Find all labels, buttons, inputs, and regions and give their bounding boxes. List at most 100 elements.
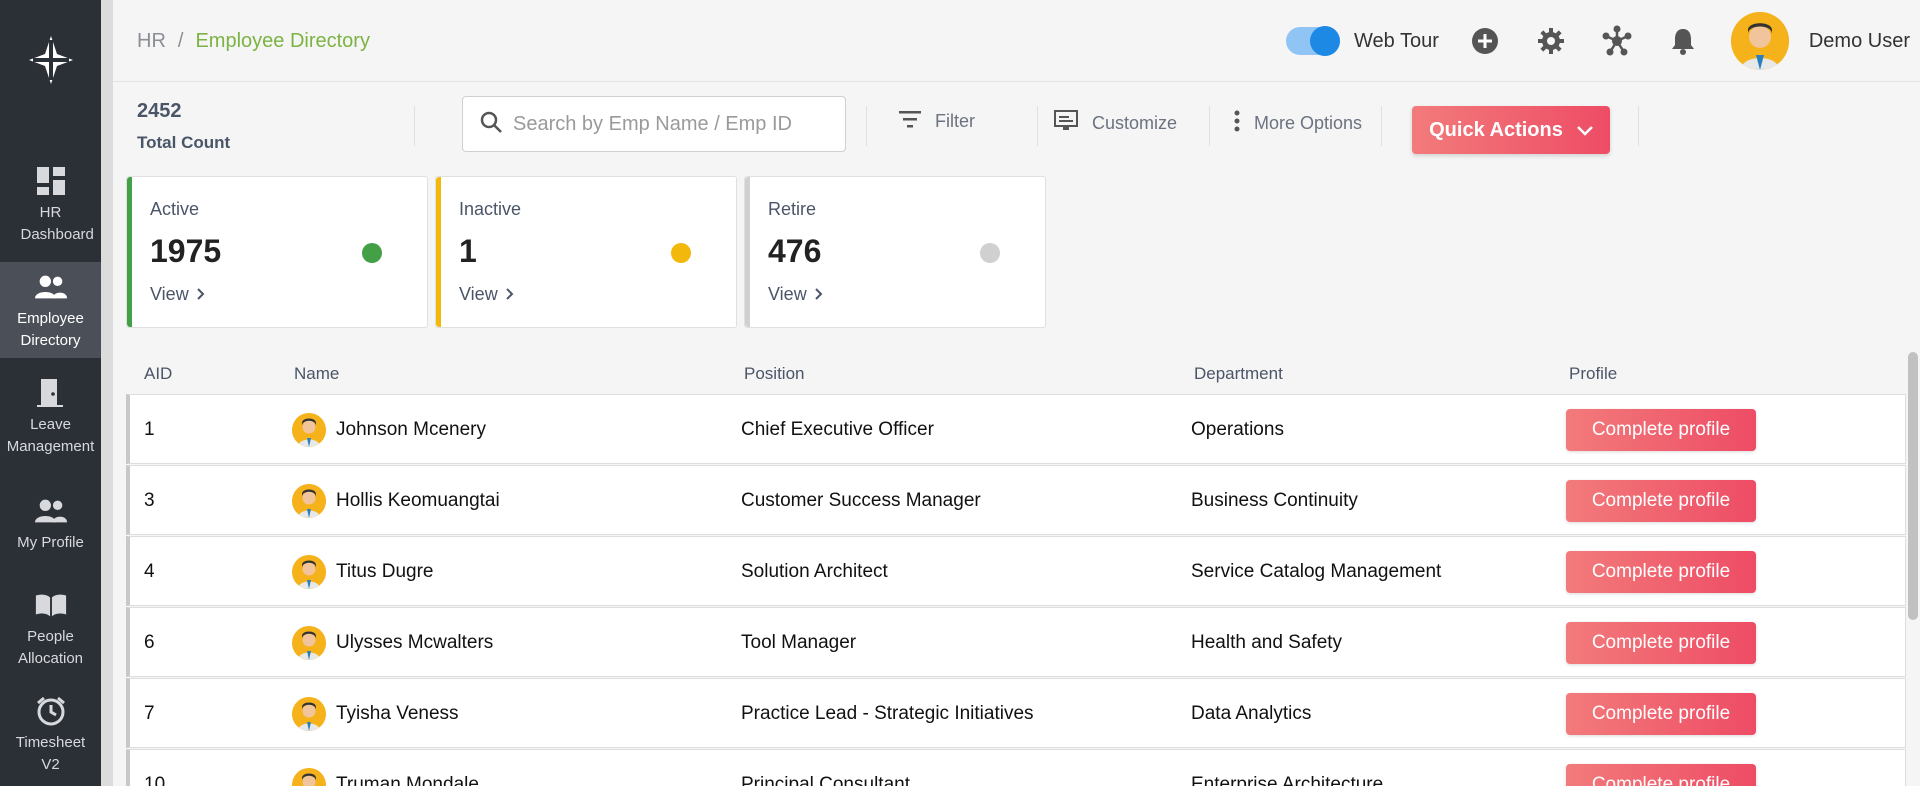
complete-profile-button[interactable]: Complete profile bbox=[1566, 480, 1756, 522]
chevron-right-icon bbox=[196, 284, 205, 305]
quick-actions-label: Quick Actions bbox=[1429, 118, 1563, 141]
card-accent bbox=[436, 177, 441, 327]
cell-department: Data Analytics bbox=[1191, 703, 1312, 724]
vertical-scrollbar[interactable] bbox=[1908, 352, 1918, 620]
breadcrumb-root[interactable]: HR bbox=[137, 30, 166, 53]
table-row[interactable]: 4 Titus Dugre Solution Architect Service… bbox=[126, 536, 1906, 606]
toolbar-divider bbox=[414, 106, 415, 146]
sidebar-item-hr-dashboard[interactable]: HR Dashboard bbox=[0, 164, 101, 246]
table-row[interactable]: 1 Johnson Mcenery Chief Executive Office… bbox=[126, 394, 1906, 464]
total-count-value: 2452 bbox=[137, 100, 182, 122]
cell-name: Ulysses Mcwalters bbox=[336, 632, 494, 653]
cell-department: Health and Safety bbox=[1191, 632, 1343, 653]
cell-name: Titus Dugre bbox=[336, 561, 434, 582]
user-name[interactable]: Demo User bbox=[1809, 30, 1910, 53]
toolbar-divider bbox=[1381, 106, 1382, 146]
alarm-clock-icon bbox=[34, 694, 68, 728]
cell-position: Solution Architect bbox=[741, 561, 888, 582]
cell-position: Chief Executive Officer bbox=[741, 419, 934, 440]
app-logo-icon[interactable] bbox=[0, 24, 101, 96]
cell-name: Truman Mondale bbox=[336, 774, 479, 786]
search-icon bbox=[479, 110, 503, 139]
card-view-link[interactable]: View bbox=[768, 284, 823, 305]
card-label: Retire bbox=[768, 199, 817, 219]
table-row[interactable]: 7 Tyisha Veness Practice Lead - Strategi… bbox=[126, 678, 1906, 748]
card-label: Active bbox=[150, 199, 200, 219]
table-row[interactable]: 10 Truman Mondale Principal Consultant E… bbox=[126, 749, 1906, 786]
toolbar-divider bbox=[866, 106, 867, 146]
table-row[interactable]: 3 Hollis Keomuangtai Customer Success Ma… bbox=[126, 465, 1906, 535]
cell-name: Hollis Keomuangtai bbox=[336, 490, 500, 511]
cell-name: Tyisha Veness bbox=[336, 703, 459, 724]
cell-aid: 10 bbox=[144, 774, 166, 786]
status-card-inactive: Inactive 1 View bbox=[435, 176, 737, 328]
toggle-knob bbox=[1309, 26, 1340, 56]
top-header: HR / Employee Directory Web Tour Demo Us… bbox=[113, 0, 1920, 82]
add-circle-icon[interactable] bbox=[1467, 23, 1503, 59]
people-icon bbox=[34, 494, 68, 528]
column-header-position[interactable]: Position bbox=[744, 364, 804, 384]
web-tour-toggle[interactable] bbox=[1285, 26, 1340, 56]
sidebar-item-label: Timesheet V2 bbox=[15, 734, 86, 773]
cell-department: Operations bbox=[1191, 419, 1284, 440]
toolbar-divider bbox=[1037, 106, 1038, 146]
more-options-button[interactable]: More Options bbox=[1234, 110, 1362, 137]
cell-department: Enterprise Architecture bbox=[1191, 774, 1384, 786]
avatar bbox=[292, 626, 326, 660]
cell-aid: 7 bbox=[144, 703, 155, 724]
door-icon bbox=[34, 376, 68, 410]
status-dot-icon bbox=[362, 243, 382, 263]
customize-button[interactable]: Customize bbox=[1054, 110, 1177, 137]
user-avatar[interactable] bbox=[1730, 12, 1789, 70]
avatar bbox=[292, 555, 326, 589]
card-view-label: View bbox=[150, 284, 189, 304]
sidebar-item-label: Leave Management bbox=[6, 416, 95, 455]
sidebar-item-people-allocation[interactable]: People Allocation bbox=[0, 588, 101, 670]
cell-position: Tool Manager bbox=[741, 632, 857, 653]
card-view-link[interactable]: View bbox=[459, 284, 514, 305]
column-header-department[interactable]: Department bbox=[1194, 364, 1283, 384]
cell-aid: 4 bbox=[144, 561, 155, 582]
avatar bbox=[292, 768, 326, 786]
complete-profile-button[interactable]: Complete profile bbox=[1566, 764, 1756, 786]
monitor-icon bbox=[1054, 110, 1078, 137]
gear-icon[interactable] bbox=[1533, 23, 1569, 59]
toolbar-divider bbox=[1638, 106, 1639, 146]
bell-icon[interactable] bbox=[1665, 23, 1701, 59]
column-header-aid[interactable]: AID bbox=[144, 364, 172, 384]
complete-profile-button[interactable]: Complete profile bbox=[1566, 409, 1756, 451]
cell-position: Customer Success Manager bbox=[741, 490, 981, 511]
sidebar-item-label: HR Dashboard bbox=[20, 204, 94, 243]
cell-position: Practice Lead - Strategic Initiatives bbox=[741, 703, 1034, 724]
kebab-menu-icon bbox=[1234, 110, 1240, 137]
sidebar-item-employee-directory[interactable]: Employee Directory bbox=[0, 262, 101, 358]
status-card-active: Active 1975 View bbox=[126, 176, 428, 328]
search-input[interactable] bbox=[513, 112, 813, 136]
cell-aid: 6 bbox=[144, 632, 155, 653]
cell-department: Service Catalog Management bbox=[1191, 561, 1442, 582]
breadcrumb-separator: / bbox=[177, 30, 184, 52]
column-header-name[interactable]: Name bbox=[294, 364, 339, 384]
card-accent bbox=[745, 177, 750, 327]
complete-profile-button[interactable]: Complete profile bbox=[1566, 693, 1756, 735]
complete-profile-button[interactable]: Complete profile bbox=[1566, 551, 1756, 593]
avatar bbox=[292, 413, 326, 447]
complete-profile-button[interactable]: Complete profile bbox=[1566, 622, 1756, 664]
sidebar-item-my-profile[interactable]: My Profile bbox=[0, 494, 101, 554]
toolbar: 2452 Total Count Filter Customize More O… bbox=[113, 82, 1920, 172]
status-dot-icon bbox=[980, 243, 1000, 263]
sidebar-item-leave-management[interactable]: Leave Management bbox=[0, 376, 101, 458]
sidebar-divider bbox=[101, 0, 113, 786]
sidebar-item-timesheet-v2[interactable]: Timesheet V2 bbox=[0, 694, 101, 776]
column-header-profile[interactable]: Profile bbox=[1569, 364, 1617, 384]
cell-aid: 1 bbox=[144, 419, 155, 440]
avatar bbox=[292, 484, 326, 518]
cell-aid: 3 bbox=[144, 490, 155, 511]
table-row[interactable]: 6 Ulysses Mcwalters Tool Manager Health … bbox=[126, 607, 1906, 677]
toolbar-divider bbox=[1209, 106, 1210, 146]
filter-button[interactable]: Filter bbox=[899, 110, 975, 133]
card-view-link[interactable]: View bbox=[150, 284, 205, 305]
network-hub-icon[interactable] bbox=[1599, 23, 1635, 59]
filter-label: Filter bbox=[935, 111, 975, 131]
quick-actions-button[interactable]: Quick Actions bbox=[1412, 106, 1610, 154]
